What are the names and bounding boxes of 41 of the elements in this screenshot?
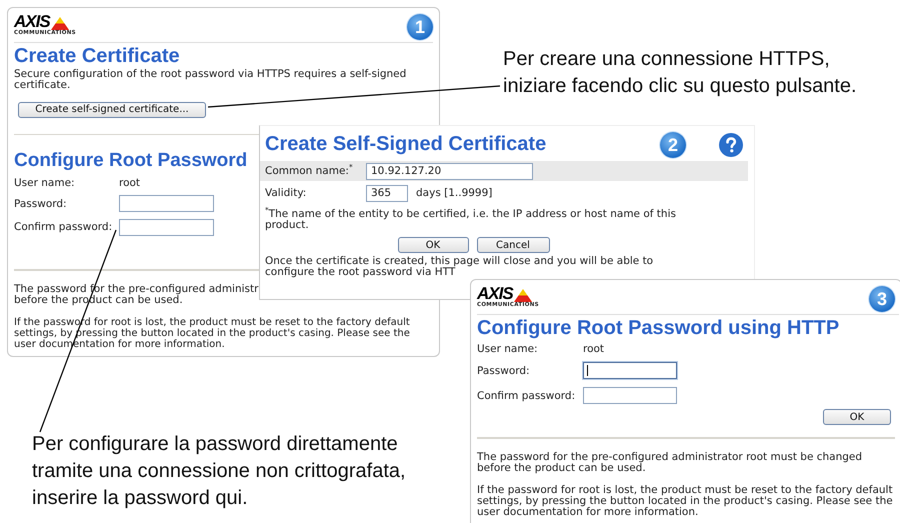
message-text: Once the certificate is created, this page will close and you will be able to configure the root password via HTT bbox=[265, 256, 654, 278]
unit-text: days [1..9999] bbox=[416, 187, 492, 199]
common-name-field[interactable]: 10.92.127.20 bbox=[366, 162, 533, 180]
text-cursor bbox=[587, 365, 588, 376]
help-icon[interactable] bbox=[719, 133, 743, 157]
field-label: Confirm password: bbox=[14, 221, 114, 234]
triangle-logo-icon bbox=[50, 17, 69, 30]
field-label: User name: bbox=[14, 176, 76, 189]
triangle-logo-icon bbox=[514, 289, 532, 302]
step-badge: 2 bbox=[660, 132, 686, 158]
create-certificate-button[interactable]: Create self-signed certificate... bbox=[18, 102, 206, 118]
step-badge: 3 bbox=[869, 286, 895, 312]
field-label: Validity: bbox=[265, 187, 308, 199]
section-title: Configure Root Password bbox=[14, 149, 248, 174]
callout-text: Per configurare la password direttamente tramite una connessione non crittografata, inserire la password qui. bbox=[32, 432, 407, 511]
user-name-value: root bbox=[119, 176, 140, 189]
step-badge: 1 bbox=[407, 14, 433, 40]
user-name-value: root bbox=[583, 343, 604, 355]
password-field[interactable] bbox=[119, 218, 214, 236]
dialog-button[interactable]: Cancel bbox=[476, 237, 550, 253]
field-label: Password: bbox=[14, 198, 68, 210]
field-label: Password: bbox=[477, 364, 531, 376]
field-label: Common name:$^{*}$ bbox=[265, 165, 354, 177]
note-text: The password for the pre-configured administrator root must be changed before the product can be used. bbox=[477, 452, 864, 474]
note-text: If the password for root is lost, the product must be reset to the factory default settings, by pressing the button located in the product's casing. Please see the user documentation for more information. bbox=[477, 485, 894, 518]
callout-text: Per creare una connessione HTTPS, iniziare facendo clic su questo pulsante. bbox=[503, 47, 858, 99]
description-text: Secure configuration of the root password via HTTPS requires a self-signed certificate. bbox=[14, 69, 408, 91]
field-label: User name: bbox=[477, 343, 539, 355]
validity-field[interactable]: 365 bbox=[366, 184, 408, 202]
logo-text: AXIS bbox=[14, 14, 50, 30]
password-field[interactable] bbox=[583, 362, 677, 379]
field-label: Confirm password: bbox=[477, 390, 576, 402]
page-title: Configure Root Password using HTTP bbox=[477, 316, 840, 340]
page-title: Create Certificate bbox=[14, 44, 180, 68]
dialog-button[interactable]: OK bbox=[398, 237, 468, 253]
footnote-text: $^{*}$The name of the entity to be certified, i.e. the IP address or host name of this product. bbox=[265, 209, 677, 231]
ok-button[interactable]: OK bbox=[823, 409, 891, 425]
logo-text: AXIS bbox=[477, 286, 513, 302]
password-field[interactable] bbox=[583, 387, 677, 404]
dialog-title: Create Self-Signed Certificate bbox=[265, 132, 548, 156]
password-field[interactable] bbox=[119, 195, 214, 212]
